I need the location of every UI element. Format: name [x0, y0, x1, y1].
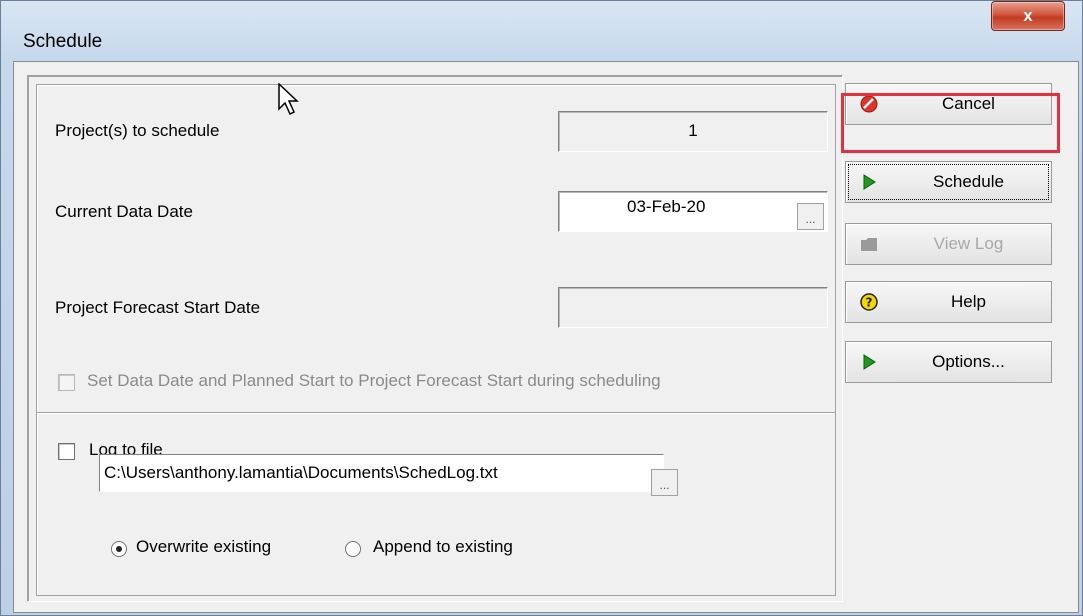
schedule-label: Schedule	[933, 172, 1004, 191]
overwrite-label: Overwrite existing	[136, 537, 272, 556]
data-date-value: 03-Feb-20	[627, 197, 706, 216]
set-data-date-label: Set Data Date and Planned Start to Proje…	[87, 371, 661, 390]
log-path-input[interactable]: C:\Users\anthony.lamantia\Documents\Sche…	[99, 454, 664, 492]
log-settings-panel: Log to file	[36, 412, 836, 596]
projects-count-field: 1	[558, 111, 828, 152]
projects-label: Project(s) to schedule	[55, 121, 220, 140]
dialog-title: Schedule	[23, 31, 103, 52]
set-data-date-checkbox[interactable]	[58, 374, 75, 391]
schedule-settings-panel: Project(s) to schedule 1 Current Data Da…	[36, 84, 836, 414]
view-log-button[interactable]: View Log	[845, 223, 1052, 265]
mouse-cursor-icon	[278, 83, 299, 116]
help-button[interactable]: ? Help	[845, 281, 1052, 323]
options-label: Options...	[932, 352, 1005, 371]
log-to-file-checkbox[interactable]	[58, 443, 75, 460]
schedule-dialog: Schedule x Project(s) to schedule 1 Curr…	[0, 0, 1083, 616]
schedule-button-highlight	[841, 93, 1060, 153]
append-radio[interactable]	[345, 541, 361, 557]
overwrite-radio[interactable]	[111, 541, 127, 557]
data-date-field[interactable]: 03-Feb-20	[558, 191, 828, 232]
log-path-browse-button[interactable]: ...	[651, 469, 678, 496]
schedule-button[interactable]: Schedule	[845, 161, 1052, 203]
view-log-label: View Log	[933, 234, 1004, 253]
radio-selected-dot	[116, 546, 122, 552]
forecast-start-label: Project Forecast Start Date	[55, 298, 261, 317]
append-label: Append to existing	[373, 537, 513, 556]
close-button[interactable]: x	[991, 1, 1065, 31]
forecast-start-field	[558, 287, 828, 328]
options-button[interactable]: Options...	[845, 341, 1052, 383]
data-date-picker-button[interactable]: ...	[797, 203, 824, 230]
help-label: Help	[951, 292, 986, 311]
data-date-label: Current Data Date	[55, 202, 193, 221]
